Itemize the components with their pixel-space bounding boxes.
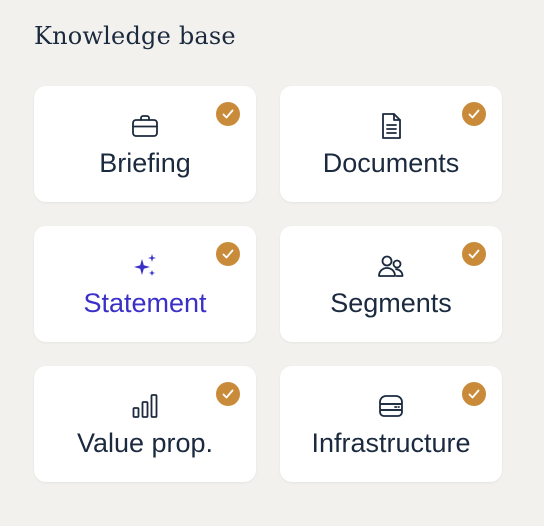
- card-infrastructure[interactable]: Infrastructure: [280, 366, 502, 482]
- knowledge-base-grid: Briefing Documents Statement Segments Va…: [34, 86, 502, 482]
- check-icon: [216, 102, 240, 126]
- page-title: Knowledge base: [34, 22, 236, 50]
- check-icon: [216, 242, 240, 266]
- card-value-prop[interactable]: Value prop.: [34, 366, 256, 482]
- card-documents[interactable]: Documents: [280, 86, 502, 202]
- document-icon: [376, 111, 406, 141]
- bar-chart-icon: [130, 391, 160, 421]
- card-label: Infrastructure: [311, 428, 471, 458]
- check-icon: [462, 242, 486, 266]
- briefcase-icon: [130, 111, 160, 141]
- check-icon: [216, 382, 240, 406]
- card-label: Briefing: [99, 148, 191, 178]
- card-segments[interactable]: Segments: [280, 226, 502, 342]
- card-briefing[interactable]: Briefing: [34, 86, 256, 202]
- card-label: Value prop.: [76, 428, 214, 458]
- check-icon: [462, 102, 486, 126]
- users-icon: [376, 251, 406, 281]
- check-icon: [462, 382, 486, 406]
- card-label: Documents: [322, 148, 460, 178]
- card-label: Statement: [83, 288, 207, 318]
- sparkles-icon: [130, 251, 160, 281]
- card-statement[interactable]: Statement: [34, 226, 256, 342]
- card-label: Segments: [330, 288, 452, 318]
- server-icon: [376, 391, 406, 421]
